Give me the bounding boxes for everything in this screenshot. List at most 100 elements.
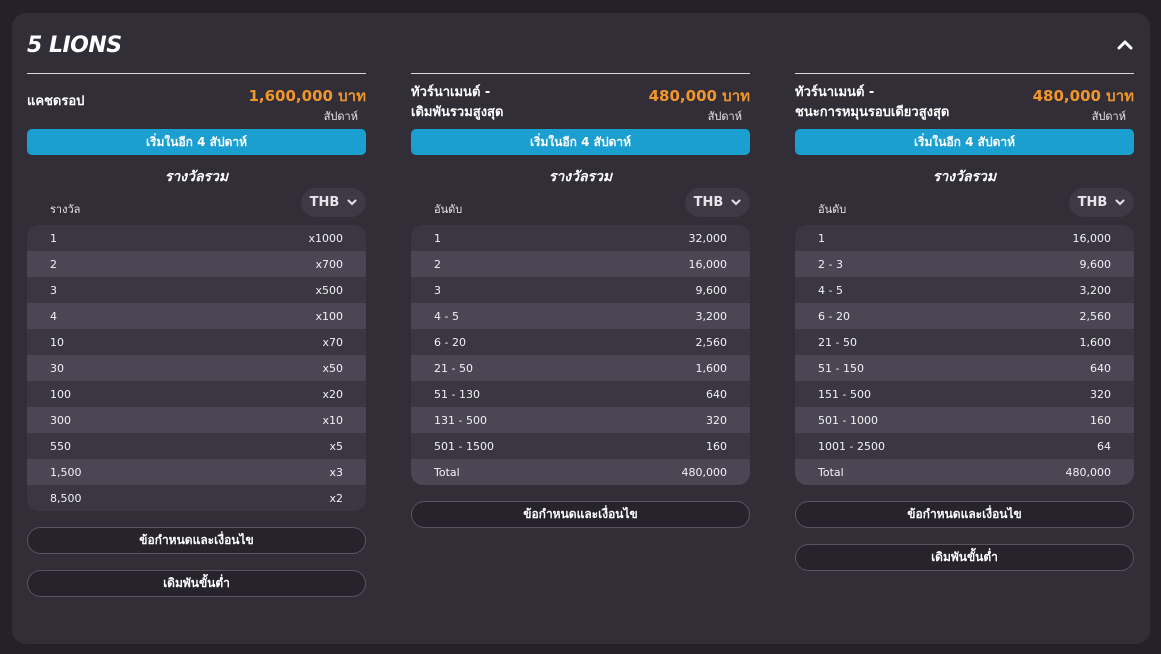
rank-cell: 6 - 20 <box>818 309 850 323</box>
rank-cell: 51 - 150 <box>818 361 864 375</box>
table-row: 4 - 5 3,200 <box>411 303 750 329</box>
prize-cell: 9,600 <box>1079 257 1112 271</box>
table-header: อันดับ THB <box>795 187 1134 225</box>
rank-cell: 1 <box>434 231 441 245</box>
prize-cell: x3 <box>329 465 343 479</box>
table-column-label: อันดับ <box>818 203 847 216</box>
prize-cell: 160 <box>706 439 727 453</box>
rank-cell: 2 <box>50 257 57 271</box>
rank-cell: 1,500 <box>50 465 82 479</box>
table-row: 131 - 500 320 <box>411 407 750 433</box>
terms-button[interactable]: ข้อกำหนดและเงื่อนไข <box>411 501 750 528</box>
rank-cell: 1001 - 2500 <box>818 439 885 453</box>
currency-select[interactable]: THB <box>685 188 750 217</box>
prize-amount: 1,600,000 บาท <box>248 87 366 105</box>
min-bet-button[interactable]: เดิมพันขั้นต่ำ <box>27 570 366 597</box>
terms-button[interactable]: ข้อกำหนดและเงื่อนไข <box>795 501 1134 528</box>
rank-cell: 21 - 50 <box>434 361 473 375</box>
table-row: 1 16,000 <box>795 225 1134 251</box>
rank-cell: 6 - 20 <box>434 335 466 349</box>
prize-cell: 480,000 <box>1065 465 1112 479</box>
rank-cell: 501 - 1000 <box>818 413 878 427</box>
prize-cell: x700 <box>315 257 343 271</box>
table-row: 501 - 1500 160 <box>411 433 750 459</box>
promo-name: ทัวร์นาเมนต์ - เดิมพันรวมสูงสุด <box>411 83 503 123</box>
table-row: 6 - 20 2,560 <box>411 329 750 355</box>
prize-pool-title: รางวัลรวม <box>932 169 997 185</box>
table-row: 1,500 x3 <box>27 459 366 485</box>
prize-cell: 2,560 <box>1079 309 1112 323</box>
promo-name-line: แคชดรอป <box>27 94 85 109</box>
chevron-down-icon <box>731 199 741 206</box>
prize-table: 1 32,000 2 16,000 3 9,600 4 - 5 3,200 6 - 20… <box>411 225 750 485</box>
currency-value: THB <box>1077 195 1108 210</box>
column-header: ทัวร์นาเมนต์ - เดิมพันรวมสูงสุด 480,000 … <box>411 74 750 129</box>
table-header: อันดับ THB <box>411 187 750 225</box>
promo-name-line: ทัวร์นาเมนต์ - <box>795 85 875 100</box>
prize-period: สัปดาห์ <box>323 110 358 123</box>
table-row: 1 32,000 <box>411 225 750 251</box>
prize-cell: 16,000 <box>688 257 728 271</box>
prize-cell: 64 <box>1097 439 1111 453</box>
tournament-panel: 5 LIONS แคชดรอป 1,600,000 บาท สัปดาห์ เร… <box>12 13 1150 644</box>
rank-cell: 4 <box>50 309 57 323</box>
rank-cell: 550 <box>50 439 71 453</box>
prize-cell: 32,000 <box>688 231 728 245</box>
table-row: 300 x10 <box>27 407 366 433</box>
table-row: 51 - 130 640 <box>411 381 750 407</box>
rank-cell: 8,500 <box>50 491 82 505</box>
currency-value: THB <box>309 195 340 210</box>
column-tournament-single-spin: ทัวร์นาเมนต์ - ชนะการหมุนรอบเดียวสูงสุด … <box>795 73 1134 571</box>
promo-name: ทัวร์นาเมนต์ - ชนะการหมุนรอบเดียวสูงสุด <box>795 83 949 123</box>
table-row: 2 x700 <box>27 251 366 277</box>
currency-select[interactable]: THB <box>301 188 366 217</box>
prize-cell: 3,200 <box>695 309 728 323</box>
prize-table: 1 x1000 2 x700 3 x500 4 x100 10 x70 30 x50 100… <box>27 225 366 511</box>
table-row: 21 - 50 1,600 <box>411 355 750 381</box>
rank-cell: 151 - 500 <box>818 387 871 401</box>
rank-cell: 300 <box>50 413 71 427</box>
table-row: 151 - 500 320 <box>795 381 1134 407</box>
rank-cell: 131 - 500 <box>434 413 487 427</box>
column-cashdrop: แคชดรอป 1,600,000 บาท สัปดาห์ เริ่มในอีก… <box>27 73 366 597</box>
rank-cell: 1 <box>818 231 825 245</box>
rank-cell: Total <box>434 465 460 479</box>
prize-cell: 640 <box>706 387 727 401</box>
table-row: 51 - 150 640 <box>795 355 1134 381</box>
rank-cell: 3 <box>50 283 57 297</box>
min-bet-button[interactable]: เดิมพันขั้นต่ำ <box>795 544 1134 571</box>
promo-name-line: ชนะการหมุนรอบเดียวสูงสุด <box>795 105 950 120</box>
currency-select[interactable]: THB <box>1069 188 1134 217</box>
table-row: 550 x5 <box>27 433 366 459</box>
promo-name: แคชดรอป <box>27 92 84 112</box>
start-countdown-bar: เริ่มในอีก 4 สัปดาห์ <box>27 129 366 155</box>
collapse-button[interactable] <box>1114 35 1136 55</box>
table-row: 30 x50 <box>27 355 366 381</box>
table-row: 4 x100 <box>27 303 366 329</box>
table-row: 2 16,000 <box>411 251 750 277</box>
terms-button[interactable]: ข้อกำหนดและเงื่อนไข <box>27 527 366 554</box>
prize-amount: 480,000 บาท <box>648 87 750 105</box>
panel-title: 5 LIONS <box>27 33 122 58</box>
promo-name-line: ทัวร์นาเมนต์ - <box>411 85 491 100</box>
prize-cell: x500 <box>315 283 343 297</box>
rank-cell: 1 <box>50 231 57 245</box>
table-row: 501 - 1000 160 <box>795 407 1134 433</box>
table-row: 6 - 20 2,560 <box>795 303 1134 329</box>
table-header: รางวัล THB <box>27 187 366 225</box>
prize-cell: 480,000 <box>681 465 728 479</box>
table-row-total: Total 480,000 <box>795 459 1134 485</box>
currency-value: THB <box>693 195 724 210</box>
prize-cell: x10 <box>322 413 343 427</box>
rank-cell: 100 <box>50 387 71 401</box>
table-row: 1 x1000 <box>27 225 366 251</box>
rank-cell: 3 <box>434 283 441 297</box>
prize-period: สัปดาห์ <box>1091 110 1126 123</box>
chevron-down-icon <box>1115 199 1125 206</box>
prize-cell: 1,600 <box>1079 335 1112 349</box>
column-header: แคชดรอป 1,600,000 บาท สัปดาห์ <box>27 74 366 129</box>
table-row: 1001 - 2500 64 <box>795 433 1134 459</box>
table-row-total: Total 480,000 <box>411 459 750 485</box>
prize-cell: 320 <box>706 413 727 427</box>
prize-cell: x2 <box>329 491 343 505</box>
